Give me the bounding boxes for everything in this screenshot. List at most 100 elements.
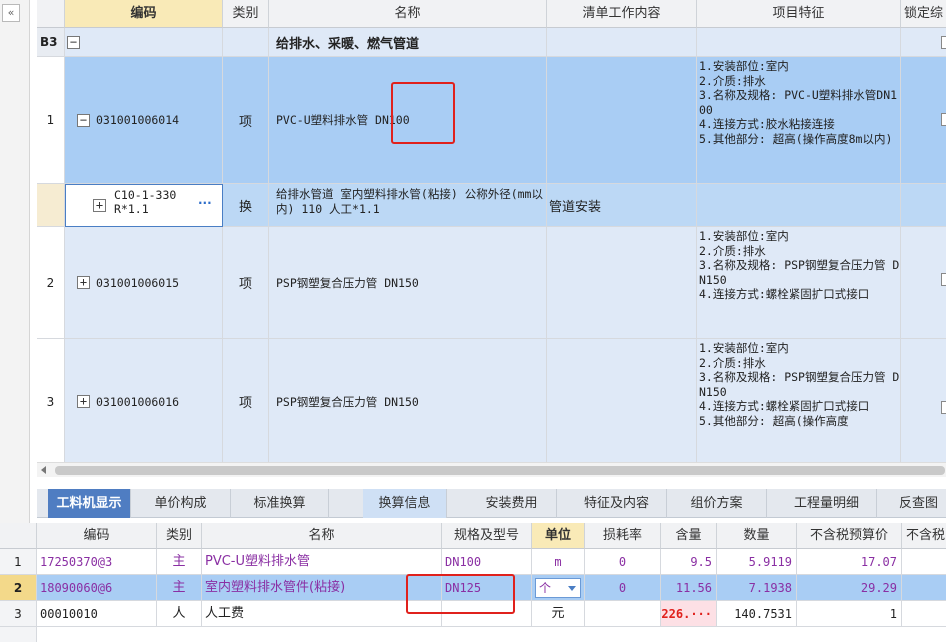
header-resource-code[interactable]: 编码	[37, 523, 157, 549]
tab-resource-display[interactable]: 工料机显示	[48, 489, 131, 518]
header-code[interactable]: 编码	[65, 0, 223, 28]
header-lock[interactable]: 锁定综	[901, 0, 946, 28]
item-lock-checkbox[interactable]	[941, 113, 946, 126]
expand-child-icon[interactable]: +	[93, 199, 106, 212]
item-lock-checkbox[interactable]	[941, 273, 946, 286]
child-code-line2: R*1.1	[114, 202, 149, 216]
tab-features-content[interactable]: 特征及内容	[567, 489, 667, 518]
header-resource-type[interactable]: 类别	[157, 523, 202, 549]
group-name: 给排水、采暖、燃气管道	[269, 28, 547, 57]
header-unit[interactable]: 单位	[532, 523, 585, 549]
resource-quantity: 140.7531	[717, 601, 797, 627]
scrollbar-thumb[interactable]	[55, 466, 945, 475]
tab-conversion-info[interactable]: 换算信息	[363, 489, 447, 518]
resource-unit[interactable]: m	[532, 549, 585, 575]
horizontal-scrollbar[interactable]	[37, 462, 946, 477]
item-lock-cell	[901, 227, 946, 339]
resource-loss-rate[interactable]	[585, 601, 661, 627]
tab-installation-cost[interactable]: 安装费用	[467, 489, 557, 518]
chevron-down-icon[interactable]	[568, 586, 576, 591]
tab-standard-conversion[interactable]: 标准换算	[231, 489, 329, 518]
resource-code[interactable]: 00010010	[37, 601, 157, 627]
child-code-line1: C10-1-330	[114, 188, 177, 202]
unit-select-value: 个	[539, 581, 552, 595]
expand-item-icon[interactable]: +	[77, 276, 90, 289]
resource-price[interactable]: 17.07	[797, 549, 902, 575]
resource-unit[interactable]: 元	[532, 601, 585, 627]
row-number	[0, 627, 37, 642]
item-work-content[interactable]	[547, 57, 697, 184]
item-code: 031001006015	[96, 275, 180, 290]
child-name[interactable]: 给排水管道 室内塑料排水管(粘接) 公称外径(mm以内) 110 人工*1.1	[269, 184, 547, 227]
item-lock-checkbox[interactable]	[941, 401, 946, 414]
tab-pricing-scheme[interactable]: 组价方案	[667, 489, 767, 518]
resource-loss-rate[interactable]: 0	[585, 575, 661, 601]
item-work-content[interactable]	[547, 339, 697, 462]
resource-code[interactable]: 17250370@3	[37, 549, 157, 575]
tab-reverse-lookup[interactable]: 反查图	[887, 489, 946, 518]
expand-item-icon[interactable]: +	[77, 395, 90, 408]
child-type: 换	[223, 184, 269, 227]
resource-type: 主	[157, 575, 202, 601]
resource-quantity: 7.1938	[717, 575, 797, 601]
group-work-cell	[547, 28, 697, 57]
item-name[interactable]: PSP钢塑复合压力管 DN150	[269, 339, 547, 462]
header-quantity[interactable]: 数量	[717, 523, 797, 549]
resource-content[interactable]: 9.5	[661, 549, 717, 575]
collapse-panel-icon[interactable]: «	[2, 4, 20, 22]
item-code: 031001006016	[96, 394, 180, 409]
item-code-cell[interactable]: + 031001006016	[65, 339, 223, 462]
child-work-content[interactable]: 管道安装	[547, 184, 697, 227]
row-number: 2	[0, 575, 37, 601]
unit-select-box[interactable]: 个	[535, 578, 581, 598]
item-code-cell[interactable]: + 031001006015	[65, 227, 223, 339]
item-lock-cell	[901, 339, 946, 462]
resource-name[interactable]: PVC-U塑料排水管	[202, 549, 442, 575]
resource-content[interactable]: 11.56	[661, 575, 717, 601]
header-price[interactable]: 不含税预算价	[797, 523, 902, 549]
header-extra[interactable]: 不含税	[902, 523, 946, 549]
row-number: 2	[37, 227, 65, 339]
item-code-cell[interactable]: − 031001006014	[65, 57, 223, 184]
unit-select[interactable]: 个	[532, 575, 585, 601]
item-features[interactable]: 1.安装部位:室内 2.介质:排水 3.名称及规格: PSP钢塑复合压力管 DN…	[697, 227, 901, 339]
row-number-header	[0, 523, 37, 549]
tab-unit-price-composition[interactable]: 单价构成	[131, 489, 231, 518]
item-code: 031001006014	[96, 113, 180, 127]
header-resource-name[interactable]: 名称	[202, 523, 442, 549]
resource-content[interactable]: 226.···	[661, 601, 717, 627]
header-content[interactable]: 含量	[661, 523, 717, 549]
item-features[interactable]: 1.安装部位:室内 2.介质:排水 3.名称及规格: PSP钢塑复合压力管 DN…	[697, 339, 901, 462]
header-spec[interactable]: 规格及型号	[442, 523, 532, 549]
item-features[interactable]: 1.安装部位:室内 2.介质:排水 3.名称及规格: PVC-U塑料排水管DN1…	[697, 57, 901, 184]
item-name[interactable]: PSP钢塑复合压力管 DN150	[269, 227, 547, 339]
child-code-cell[interactable]: + C10-1-330 R*1.1 ···	[65, 184, 223, 227]
resource-code[interactable]: 18090060@6	[37, 575, 157, 601]
collapse-group-icon[interactable]: −	[67, 35, 80, 49]
item-work-content[interactable]	[547, 227, 697, 339]
header-work-content[interactable]: 清单工作内容	[547, 0, 697, 28]
scroll-left-arrow-icon[interactable]	[41, 466, 46, 474]
resource-price[interactable]: 1	[797, 601, 902, 627]
tab-quantity-details[interactable]: 工程量明细	[777, 489, 877, 518]
header-name[interactable]: 名称	[269, 0, 547, 28]
row-number-header	[37, 0, 65, 28]
row-number: 1	[0, 549, 37, 575]
header-loss-rate[interactable]: 损耗率	[585, 523, 661, 549]
item-type: 项	[223, 227, 269, 339]
resource-spec[interactable]: DN100	[442, 549, 532, 575]
more-options-button[interactable]: ···	[198, 196, 212, 210]
group-type-cell	[223, 28, 269, 57]
item-lock-cell	[901, 57, 946, 184]
resource-extra	[902, 575, 946, 601]
resource-loss-rate[interactable]: 0	[585, 549, 661, 575]
resource-price[interactable]: 29.29	[797, 575, 902, 601]
row-number: 3	[37, 339, 65, 462]
group-lock-cell	[901, 28, 946, 57]
group-lock-checkbox[interactable]	[941, 36, 946, 49]
collapse-item-icon[interactable]: −	[77, 113, 90, 127]
header-type[interactable]: 类别	[223, 0, 269, 28]
header-features[interactable]: 项目特征	[697, 0, 901, 28]
child-lock-cell	[901, 184, 946, 227]
resource-type: 人	[157, 601, 202, 627]
